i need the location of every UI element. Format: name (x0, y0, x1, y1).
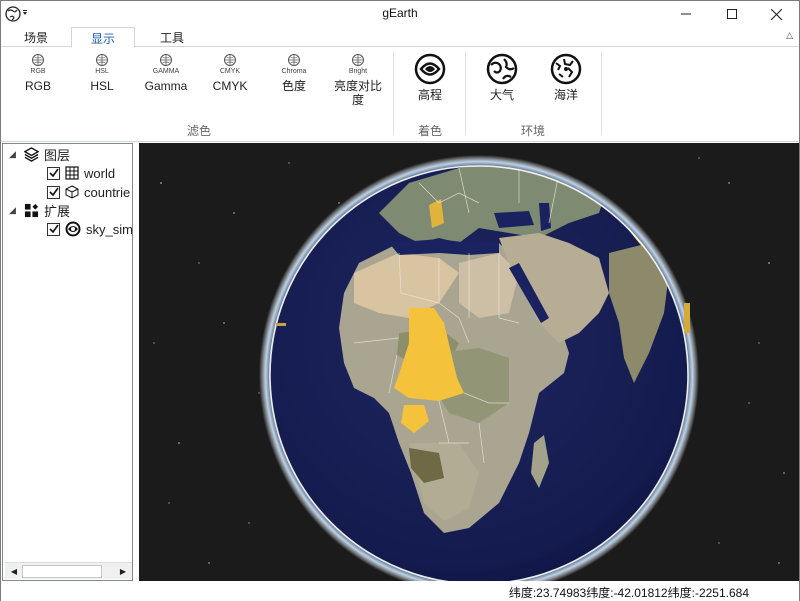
environment-group-label: 环境 (520, 124, 545, 138)
ocean-icon (550, 53, 582, 85)
checkbox[interactable] (47, 166, 60, 180)
group-separator (601, 51, 602, 135)
maximize-button[interactable] (709, 1, 755, 27)
group-separator (465, 51, 466, 135)
extensions-icon (24, 203, 39, 217)
gamma-filter-button[interactable]: GAMMA Gamma (141, 51, 191, 117)
filter-group-label: 滤色 (186, 124, 211, 138)
tree-item-label: countrie (84, 184, 131, 200)
atmosphere-label: 大气 (489, 88, 514, 102)
chroma-small-label: Chroma (281, 68, 307, 75)
group-separator (393, 51, 394, 135)
fragment (276, 323, 286, 326)
fragment (684, 303, 690, 333)
filter-globe-icon (32, 54, 44, 66)
tab-tools[interactable]: 工具 (147, 27, 197, 48)
cmyk-filter-button[interactable]: CMYK CMYK (205, 51, 255, 117)
checkmark-icon (48, 187, 59, 197)
collapse-arrow-icon[interactable]: ◢ (9, 149, 21, 160)
hsl-small-label: HSL (95, 68, 109, 75)
sky-icon (65, 221, 81, 237)
scroll-right-icon[interactable]: ▶ (115, 564, 131, 579)
cube-icon (65, 185, 79, 199)
close-icon (770, 8, 782, 20)
hsl-filter-button[interactable]: HSL HSL (77, 51, 127, 117)
checkmark-icon (48, 168, 59, 178)
checkmark-icon (48, 224, 59, 234)
status-bar: 纬度:23.74983纬度:-42.01812纬度:-2251.684 (1, 581, 799, 601)
filter-globe-icon (288, 54, 300, 66)
tree-node-label: 扩展 (44, 203, 71, 219)
elevation-label: 高程 (417, 88, 442, 102)
chroma-label: 色度 (281, 79, 306, 93)
tree-item-label: sky_sim (86, 221, 133, 237)
bright-filter-button[interactable]: Bright 亮度对比度 (331, 51, 385, 117)
grid-icon (65, 166, 79, 180)
scroll-left-icon[interactable]: ◀ (6, 564, 22, 579)
elevation-icon (414, 53, 446, 85)
bright-small-label: Bright (348, 68, 368, 75)
cmyk-small-label: CMYK (219, 68, 241, 75)
filter-globe-icon (224, 54, 236, 66)
coordinate-readout: 纬度:23.74983纬度:-42.01812纬度:-2251.684 (508, 586, 749, 600)
tab-scene[interactable]: 场景 (13, 27, 59, 48)
ribbon-collapse-icon[interactable]: △ (786, 30, 793, 41)
checkbox[interactable] (47, 185, 60, 199)
tree-item-label: world (84, 165, 116, 181)
atmosphere-icon (486, 53, 518, 85)
maximize-icon (727, 9, 737, 19)
tab-display[interactable]: 显示 (71, 27, 135, 48)
rgb-filter-button[interactable]: RGB RGB (13, 51, 63, 117)
tree-item-sky-sim[interactable]: sky_sim (47, 220, 133, 238)
tree-node-layers[interactable]: ◢ 图层 (9, 145, 70, 163)
rgb-label: RGB (24, 79, 51, 93)
hsl-label: HSL (90, 79, 114, 93)
close-button[interactable] (753, 1, 799, 27)
gamma-small-label: GAMMA (152, 68, 180, 75)
gamma-label: Gamma (144, 79, 188, 93)
filter-globe-icon (96, 54, 108, 66)
cmyk-label: CMYK (212, 79, 248, 93)
ribbon-panel: RGB RGB HSL HSL GAMMA Gamma CMYK CMYK Ch… (1, 47, 799, 142)
app-window: gEarth 场景 显示 工具 △ RGB RGB HSL HSL GAMMA … (0, 0, 800, 601)
layer-tree-panel: ◢ 图层 world countrie ◢ 扩展 sky_sim ◀ ▶ (2, 143, 133, 581)
minimize-button[interactable] (663, 1, 709, 27)
tree-node-extensions[interactable]: ◢ 扩展 (9, 201, 70, 219)
elevation-button[interactable]: 高程 (407, 51, 453, 117)
atmosphere-button[interactable]: 大气 (479, 51, 525, 117)
globe-viewport[interactable] (139, 143, 799, 581)
checkbox[interactable] (47, 222, 60, 236)
title-bar: gEarth (1, 1, 799, 27)
chroma-filter-button[interactable]: Chroma 色度 (269, 51, 319, 117)
layers-icon (24, 146, 39, 162)
color-group-label: 着色 (417, 124, 442, 138)
horizontal-scrollbar[interactable]: ◀ ▶ (5, 562, 132, 579)
scroll-thumb[interactable] (22, 565, 102, 578)
tree-item-world[interactable]: world (47, 164, 115, 182)
globe-render[interactable] (139, 143, 799, 581)
filter-globe-icon (352, 54, 364, 66)
ocean-label: 海洋 (553, 88, 578, 102)
bright-label: 亮度对比度 (334, 79, 383, 107)
collapse-arrow-icon[interactable]: ◢ (9, 205, 21, 216)
tree-item-countries[interactable]: countrie (47, 183, 130, 201)
tree-node-label: 图层 (44, 147, 71, 163)
ribbon-tabs: 场景 显示 工具 △ (1, 27, 799, 48)
rgb-small-label: RGB (30, 68, 46, 75)
ocean-button[interactable]: 海洋 (543, 51, 589, 117)
filter-globe-icon (160, 54, 172, 66)
minimize-icon (681, 13, 691, 15)
